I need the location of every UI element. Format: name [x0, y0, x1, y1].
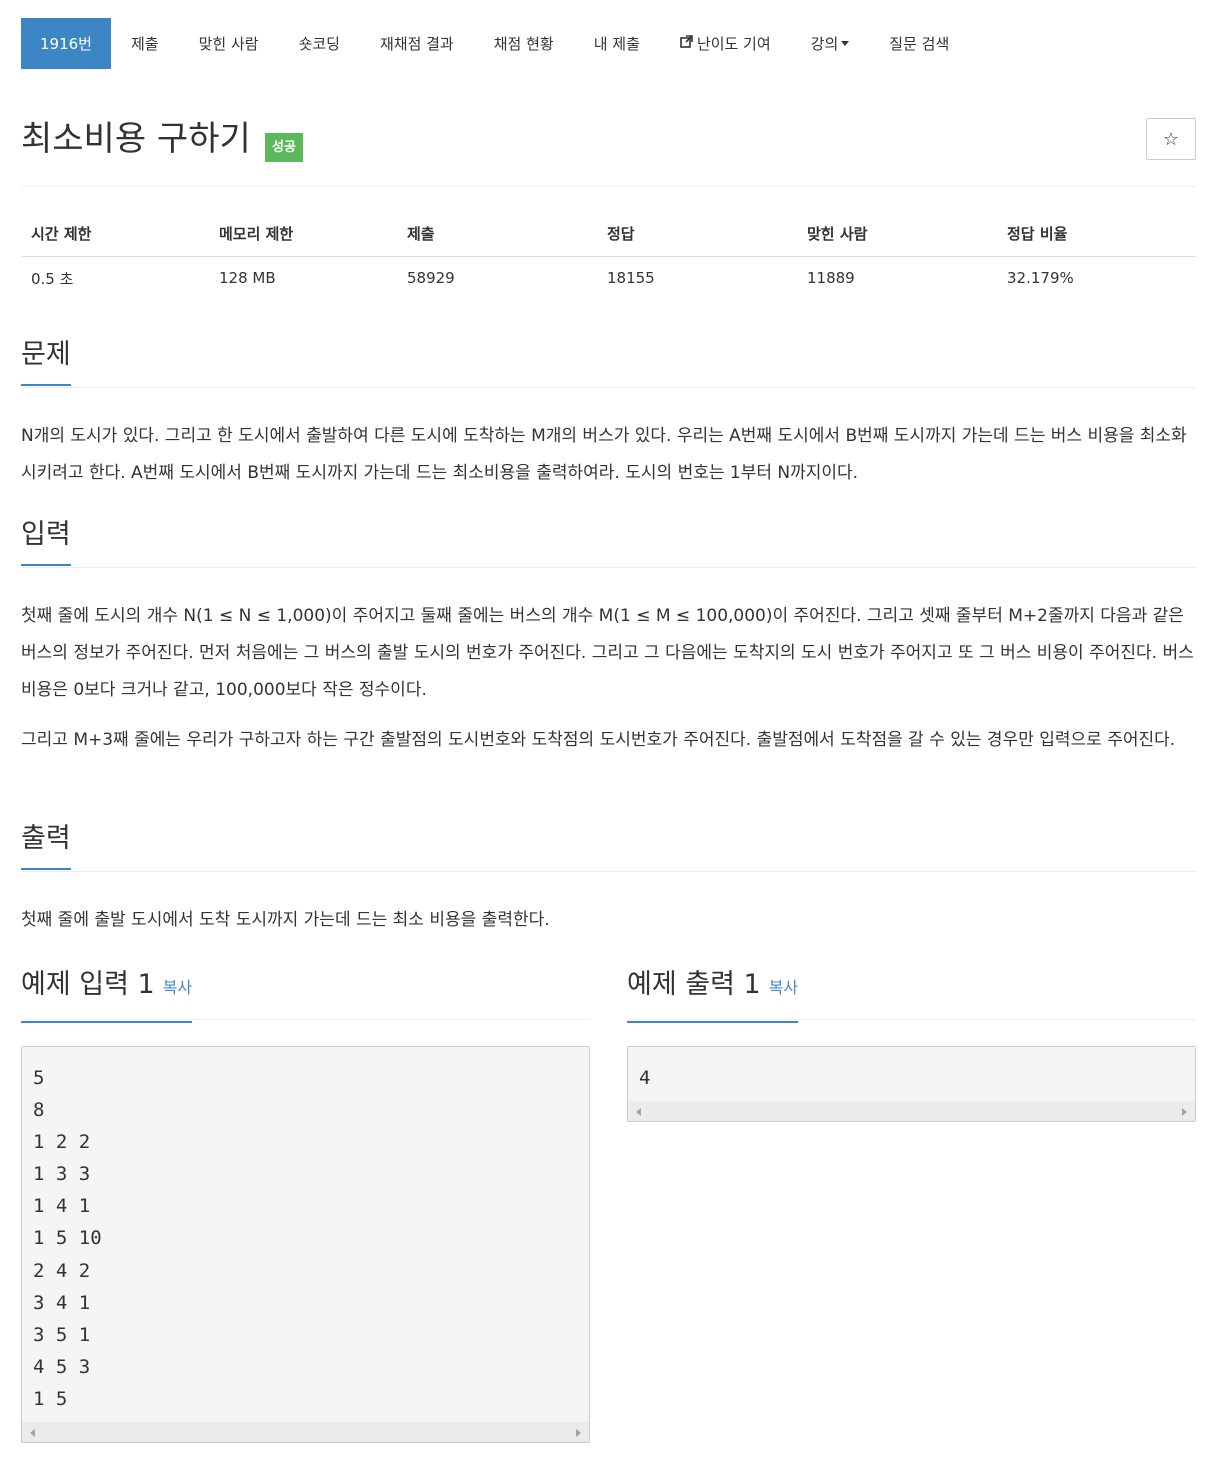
problem-nav: 1916번 제출 맞힌 사람 숏코딩 재채점 결과 채점 현황 내 제출 난이도… — [21, 18, 1196, 69]
tab-my-submissions[interactable]: 내 제출 — [574, 18, 660, 69]
sample-input-header: 예제 입력 1 복사 — [21, 968, 590, 1023]
page-title: 최소비용 구하기 — [21, 119, 251, 159]
value-solved-users: 11889 — [807, 269, 855, 288]
output-description: 첫째 줄에 출발 도시에서 도착 도시까지 가는데 드는 최소 비용을 출력한다… — [21, 910, 550, 930]
tab-lectures-label: 강의 — [810, 35, 839, 53]
status-badge: 성공 — [265, 133, 303, 162]
header-submissions: 제출 — [397, 212, 597, 257]
tab-solved-users[interactable]: 맞힌 사람 — [179, 18, 279, 69]
info-value-row: 0.5 초 128 MB 58929 18155 11889 32.179% — [21, 256, 1196, 300]
tab-short-coding[interactable]: 숏코딩 — [279, 18, 360, 69]
tab-difficulty-label: 난이도 기여 — [696, 35, 771, 53]
problem-info-table: 시간 제한 메모리 제한 제출 정답 맞힌 사람 정답 비율 0.5 초 128… — [21, 212, 1196, 300]
star-icon: ☆ — [1162, 128, 1180, 150]
sample-input-heading: 예제 입력 1 복사 — [21, 968, 193, 1023]
sample-output-title: 예제 출력 1 — [627, 969, 761, 1000]
favorite-star-button[interactable]: ☆ — [1146, 118, 1196, 160]
sample-input-title: 예제 입력 1 — [21, 969, 155, 1000]
value-submissions: 58929 — [407, 269, 455, 288]
sample-output-heading: 예제 출력 1 복사 — [627, 968, 799, 1023]
input-description: 첫째 줄에 도시의 개수 N(1 ≤ N ≤ 1,000)이 주어지고 둘째 줄… — [21, 606, 1194, 700]
value-time-limit: 0.5 초 — [31, 269, 74, 288]
tab-judge-status[interactable]: 채점 현황 — [474, 18, 574, 69]
header-solved-users: 맞힌 사람 — [797, 212, 997, 257]
tab-submit[interactable]: 제출 — [111, 18, 179, 69]
value-memory-limit: 128 MB — [219, 269, 276, 288]
copy-sample-input-link[interactable]: 복사 — [163, 978, 192, 997]
output-section-header: 출력 — [21, 822, 1196, 872]
external-link-icon — [680, 35, 693, 52]
header-accepted: 정답 — [597, 212, 797, 257]
caret-down-icon — [841, 41, 850, 46]
tab-question-search[interactable]: 질문 검색 — [869, 18, 969, 69]
sample-input-box[interactable]: 5 8 1 2 2 1 3 3 1 4 1 1 5 10 2 4 2 3 4 1… — [21, 1046, 590, 1443]
value-accept-ratio: 32.179% — [1007, 269, 1074, 288]
header-time-limit: 시간 제한 — [21, 212, 209, 257]
sample-input-content: 5 8 1 2 2 1 3 3 1 4 1 1 5 10 2 4 2 3 4 1… — [33, 1067, 102, 1410]
sample-output-content: 4 — [639, 1067, 651, 1089]
scroll-right-icon[interactable] — [576, 1429, 581, 1437]
sample-output-box[interactable]: 4 — [627, 1046, 1196, 1122]
output-heading: 출력 — [21, 822, 71, 870]
problem-heading: 문제 — [21, 338, 71, 386]
problem-section-header: 문제 — [21, 338, 1196, 388]
input-heading: 입력 — [21, 518, 71, 566]
tab-problem-number[interactable]: 1916번 — [21, 18, 111, 69]
scroll-left-icon[interactable] — [636, 1108, 641, 1116]
scroll-left-icon[interactable] — [30, 1429, 35, 1437]
value-accepted: 18155 — [607, 269, 655, 288]
tab-difficulty-contribution[interactable]: 난이도 기여 — [660, 18, 791, 69]
header-accept-ratio: 정답 비율 — [997, 212, 1196, 257]
tab-rejudge-results[interactable]: 재채점 결과 — [360, 18, 474, 69]
copy-sample-output-link[interactable]: 복사 — [769, 978, 798, 997]
scroll-right-icon[interactable] — [1182, 1108, 1187, 1116]
input-description-2: 그리고 M+3째 줄에는 우리가 구하고자 하는 구간 출발점의 도시번호와 도… — [21, 730, 1176, 750]
problem-description: N개의 도시가 있다. 그리고 한 도시에서 출발하여 다른 도시에 도착하는 … — [21, 426, 1187, 483]
info-header-row: 시간 제한 메모리 제한 제출 정답 맞힌 사람 정답 비율 — [21, 212, 1196, 257]
header-memory-limit: 메모리 제한 — [209, 212, 397, 257]
problem-title-row: 최소비용 구하기 성공 ☆ — [21, 117, 1196, 187]
sample-input-scrollbar[interactable] — [22, 1422, 589, 1442]
sample-output-scrollbar[interactable] — [628, 1101, 1195, 1121]
tab-lectures-dropdown[interactable]: 강의 — [791, 18, 870, 69]
input-section-header: 입력 — [21, 518, 1196, 568]
sample-output-header: 예제 출력 1 복사 — [627, 968, 1196, 1023]
